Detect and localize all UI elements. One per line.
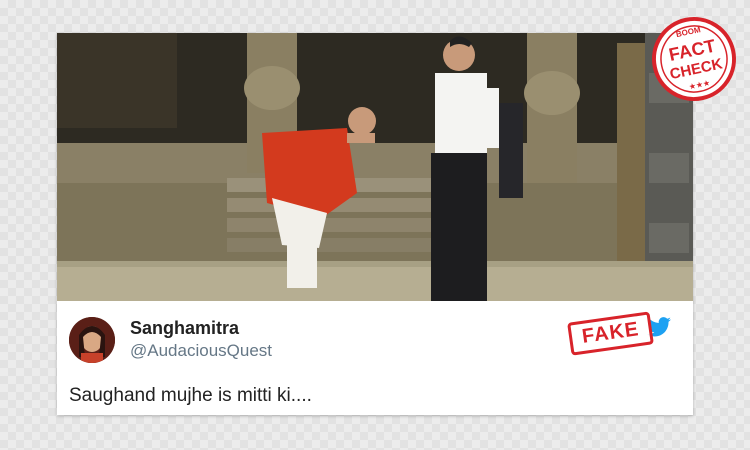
fact-check-badge: BOOM FACT CHECK ★★★ bbox=[652, 17, 736, 101]
avatar-image bbox=[69, 317, 115, 363]
avatar[interactable] bbox=[69, 317, 115, 363]
display-name[interactable]: Sanghamitra bbox=[130, 318, 239, 339]
tweet-photo bbox=[57, 33, 693, 301]
tweet-card: Sanghamitra @AudaciousQuest Saughand muj… bbox=[57, 33, 693, 415]
user-handle[interactable]: @AudaciousQuest bbox=[130, 341, 272, 361]
tweet-text: Saughand mujhe is mitti ki.... bbox=[69, 385, 312, 406]
